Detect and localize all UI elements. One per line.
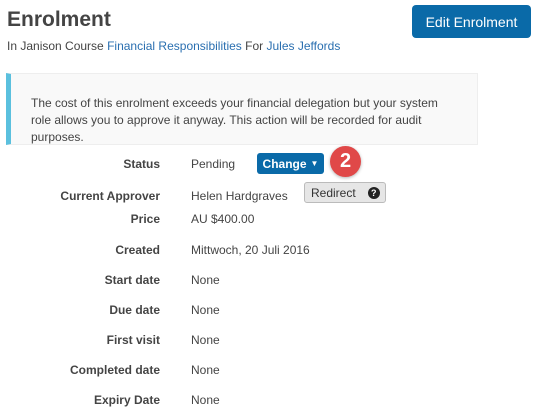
caret-down-icon: ▼ <box>310 159 319 168</box>
page-title: Enrolment <box>7 8 111 31</box>
field-label: Expiry Date <box>93 393 160 407</box>
step-badge: 2 <box>330 146 361 177</box>
redirect-button[interactable]: Redirect? <box>304 182 386 203</box>
field-label: Due date <box>109 303 160 317</box>
delegation-alert: The cost of this enrolment exceeds your … <box>6 73 478 145</box>
question-circle-icon[interactable]: ? <box>367 186 380 199</box>
status-label: Status <box>123 157 160 171</box>
approver-value: Helen Hardgraves <box>191 189 288 203</box>
field-label: Completed date <box>69 363 160 377</box>
course-link[interactable]: Financial Responsibilities <box>107 39 242 53</box>
learner-link[interactable]: Jules Jeffords <box>267 39 341 53</box>
field-value: None <box>191 363 220 377</box>
field-value: None <box>191 303 220 317</box>
field-value: None <box>191 333 220 347</box>
field-value: Mittwoch, 20 Juli 2016 <box>191 243 310 257</box>
edit-enrolment-button[interactable]: Edit Enrolment <box>412 5 531 38</box>
field-label: First visit <box>106 333 160 347</box>
enrolment-context: In Janison Course Financial Responsibili… <box>7 39 341 53</box>
field-value: None <box>191 273 220 287</box>
status-value: Pending <box>191 157 236 171</box>
approver-label: Current Approver <box>60 189 160 203</box>
field-label: Price <box>130 212 160 226</box>
field-label: Start date <box>104 273 160 287</box>
field-value: None <box>191 393 220 407</box>
field-label: Created <box>115 243 160 257</box>
change-status-button[interactable]: Change ▼ <box>257 153 324 174</box>
field-value: AU $400.00 <box>191 212 255 226</box>
